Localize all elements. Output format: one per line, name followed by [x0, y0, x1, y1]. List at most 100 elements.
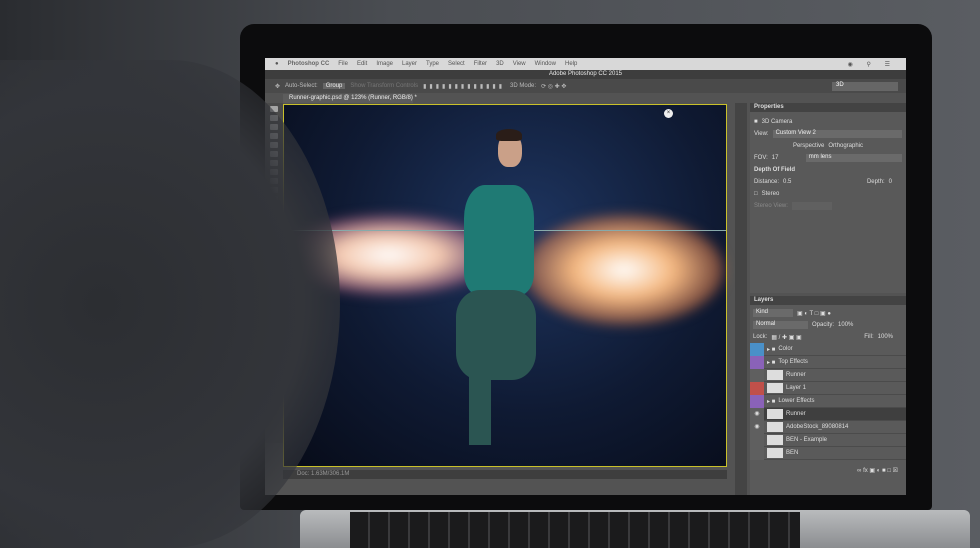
layer-name: Runner — [786, 372, 806, 378]
fov-unit-select[interactable]: mm lens — [805, 154, 902, 162]
close-3d-widget-icon[interactable]: × — [664, 109, 673, 118]
stereo-view-select[interactable] — [791, 202, 832, 210]
layer-name: Lower Effects — [778, 398, 815, 404]
folder-icon: ▸ ■ — [767, 346, 776, 353]
layer-row[interactable]: ◉ AdobeStock_89080814 — [750, 420, 906, 434]
dof-heading: Depth Of Field — [754, 167, 795, 173]
layer-row[interactable]: ▸ ■ Lower Effects — [750, 394, 906, 408]
fov-label: FOV: — [754, 155, 768, 161]
properties-type: 3D Camera — [761, 119, 793, 125]
folder-icon: ▸ ■ — [767, 359, 776, 366]
stereo-view-label: Stereo View: — [754, 203, 788, 209]
visibility-toggle[interactable] — [750, 446, 764, 460]
layer-row[interactable]: BEN — [750, 446, 906, 460]
keyboard — [350, 512, 800, 548]
menu-window[interactable]: Window — [535, 61, 556, 67]
properties-title: Properties — [750, 103, 906, 112]
distance-label: Distance: — [754, 179, 780, 185]
search-icon[interactable]: ◉ ⚲ ☰ — [848, 61, 896, 68]
options-bar: ✥ Auto-Select: Group Show Transform Cont… — [265, 79, 906, 93]
layer-thumbnail — [767, 409, 783, 419]
menu-edit[interactable]: Edit — [357, 61, 367, 67]
fill-input[interactable]: 100% — [878, 334, 893, 340]
layer-thumbnail — [767, 383, 783, 393]
layers-title: Layers — [750, 296, 906, 305]
layer-row[interactable]: Runner — [750, 368, 906, 382]
visibility-toggle[interactable] — [750, 342, 764, 356]
depth-label: Depth: — [866, 179, 885, 185]
layer-row[interactable]: ▸ ■ Top Effects — [750, 355, 906, 369]
lock-icons[interactable]: ▦ / ✚ ▣ ▣ — [771, 334, 801, 341]
status-bar: Doc: 1.63M/306.1M — [283, 470, 727, 479]
eye-icon[interactable]: ◉ — [750, 420, 764, 434]
layer-name: AdobeStock_89080814 — [786, 424, 849, 430]
layer-row[interactable]: ▸ ■ Color — [750, 342, 906, 356]
menu-layer[interactable]: Layer — [402, 61, 417, 67]
fov-input[interactable]: 17 — [772, 155, 802, 161]
distance-input[interactable]: 0.5 — [783, 179, 791, 185]
opacity-label: Opacity: — [812, 322, 835, 328]
panel-dock — [735, 103, 747, 495]
layer-name: BEN — [786, 450, 799, 456]
layer-row[interactable]: ◉ Runner — [750, 407, 906, 421]
depth-input[interactable]: 0 — [889, 179, 892, 185]
align-icons[interactable]: ▮▮▮▮▮▮▮▮▮▮▮▮▮ — [423, 83, 505, 90]
runner-shirt — [464, 185, 534, 295]
filter-icons[interactable]: ▣ ◐ T □ ▣ ● — [797, 310, 831, 317]
visibility-toggle[interactable] — [750, 368, 764, 382]
eye-icon[interactable]: ◉ — [750, 407, 764, 421]
orthographic-button[interactable]: Orthographic — [828, 143, 863, 149]
layer-thumbnail — [767, 435, 783, 445]
menu-file[interactable]: File — [338, 61, 348, 67]
menu-help[interactable]: Help — [565, 61, 577, 67]
camera-icon[interactable]: ■ — [754, 119, 758, 125]
apple-icon[interactable]: ● — [275, 61, 279, 67]
menu-image[interactable]: Image — [376, 61, 393, 67]
screen: ● Photoshop CC File Edit Image Layer Typ… — [265, 58, 906, 495]
menu-filter[interactable]: Filter — [474, 61, 487, 67]
folder-icon: ▸ ■ — [767, 398, 776, 405]
opacity-input[interactable]: 100% — [838, 322, 853, 328]
move-tool-icon[interactable]: ✥ — [275, 83, 280, 90]
menu-bar: ● Photoshop CC File Edit Image Layer Typ… — [265, 58, 906, 70]
menu-view[interactable]: View — [513, 61, 526, 67]
perspective-button[interactable]: Perspective — [793, 143, 824, 149]
view-select[interactable]: Custom View 2 — [772, 130, 902, 138]
foreground-blur — [0, 60, 340, 548]
properties-panel: Properties ■ 3D Camera View: Custom View 2… — [750, 103, 906, 293]
workspace-select[interactable]: 3D — [832, 81, 898, 91]
kind-filter[interactable]: Kind — [753, 309, 793, 317]
layer-row[interactable]: BEN - Example — [750, 433, 906, 447]
visibility-toggle[interactable] — [750, 381, 764, 395]
menu-select[interactable]: Select — [448, 61, 465, 67]
blend-mode-select[interactable]: Normal — [753, 321, 808, 329]
layers-footer-icons[interactable]: ∞ fx ▣ ◐ ■ □ ☒ — [750, 464, 906, 476]
auto-select-checkbox[interactable]: Auto-Select: — [285, 83, 318, 89]
layer-name: Top Effects — [778, 359, 808, 365]
visibility-toggle[interactable] — [750, 355, 764, 369]
layer-list: ▸ ■ Color ▸ ■ Top Effects Runner Layer 1 ▸ ■ Lo… — [750, 342, 906, 460]
fill-label: Fill: — [864, 334, 874, 340]
layer-row[interactable]: Layer 1 — [750, 381, 906, 395]
layer-name: Layer 1 — [786, 385, 807, 391]
group-select[interactable]: Group — [322, 83, 346, 89]
runner-legs — [456, 290, 536, 380]
visibility-toggle[interactable] — [750, 433, 764, 447]
light-wing-right — [524, 215, 724, 325]
layer-name: BEN - Example — [786, 437, 828, 443]
menu-3d[interactable]: 3D — [496, 61, 504, 67]
menu-app[interactable]: Photoshop CC — [288, 61, 330, 67]
document-tab[interactable]: Runner-graphic.psd @ 123% (Runner, RGB/8… — [283, 94, 417, 103]
transform-controls-checkbox[interactable]: Show Transform Controls — [350, 83, 418, 89]
menu-type[interactable]: Type — [426, 61, 439, 67]
layer-name: Runner — [786, 411, 806, 417]
visibility-toggle[interactable] — [750, 394, 764, 408]
stereo-checkbox[interactable]: □ — [754, 191, 758, 197]
layer-thumbnail — [767, 422, 783, 432]
3d-orbit-icon[interactable]: ⟳ ◎ ✚ ✥ — [541, 83, 566, 90]
document-canvas[interactable]: × — [283, 104, 727, 467]
window-title: Adobe Photoshop CC 2015 — [265, 70, 906, 79]
runner-shin — [469, 375, 491, 445]
view-label: View: — [754, 131, 769, 137]
layer-thumbnail — [767, 370, 783, 380]
